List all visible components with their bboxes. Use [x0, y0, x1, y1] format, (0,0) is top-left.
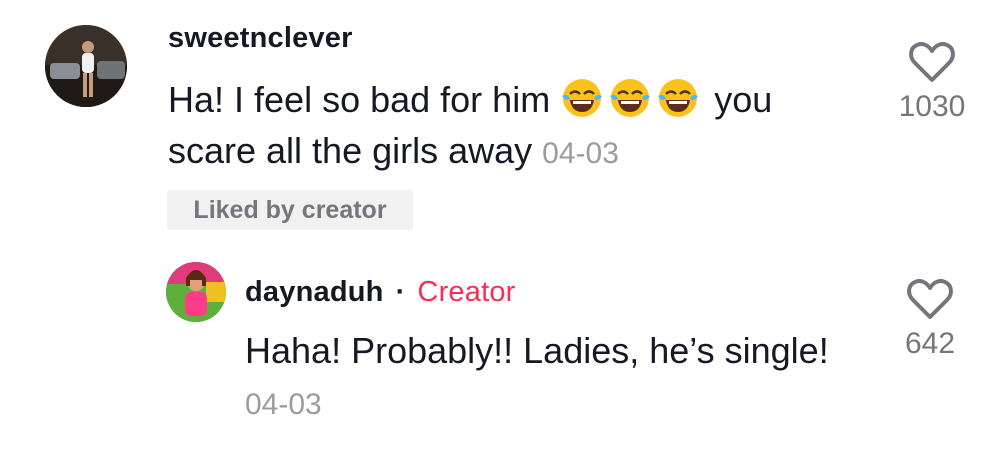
- comment-text-start: Ha! I feel so bad for him: [168, 79, 551, 120]
- avatar[interactable]: [45, 25, 127, 107]
- reply-text-content: Haha! Probably!! Ladies, he’s single!: [245, 330, 829, 371]
- comment-date: 04-03: [542, 137, 619, 170]
- separator-dot: ·: [395, 276, 406, 308]
- face-with-tears-of-joy-icon: [562, 79, 603, 117]
- like-count: 1030: [898, 90, 966, 123]
- reply-like-button[interactable]: 642: [880, 277, 980, 361]
- comment-username[interactable]: sweetnclever: [168, 22, 353, 55]
- reply-header: daynaduh · Creator: [245, 276, 516, 309]
- emoji-group: [560, 79, 714, 120]
- like-count: 642: [904, 327, 956, 360]
- comment-like-button[interactable]: 1030: [882, 40, 982, 124]
- heart-outline-icon[interactable]: [908, 40, 956, 84]
- reply-username[interactable]: daynaduh: [245, 276, 384, 309]
- avatar[interactable]: [166, 262, 226, 322]
- avatar-photo: [45, 25, 127, 107]
- reply-text: Haha! Probably!! Ladies, he’s single! 04…: [245, 325, 845, 430]
- heart-outline-icon[interactable]: [906, 277, 954, 321]
- face-with-tears-of-joy-icon: [610, 79, 651, 117]
- liked-by-creator-badge: Liked by creator: [167, 190, 413, 230]
- reply-date: 04-03: [245, 388, 322, 421]
- face-with-tears-of-joy-icon: [658, 79, 699, 117]
- comment-text: Ha! I feel so bad for him you scare all …: [168, 74, 868, 179]
- avatar-photo: [166, 262, 226, 322]
- creator-label: Creator: [417, 276, 516, 308]
